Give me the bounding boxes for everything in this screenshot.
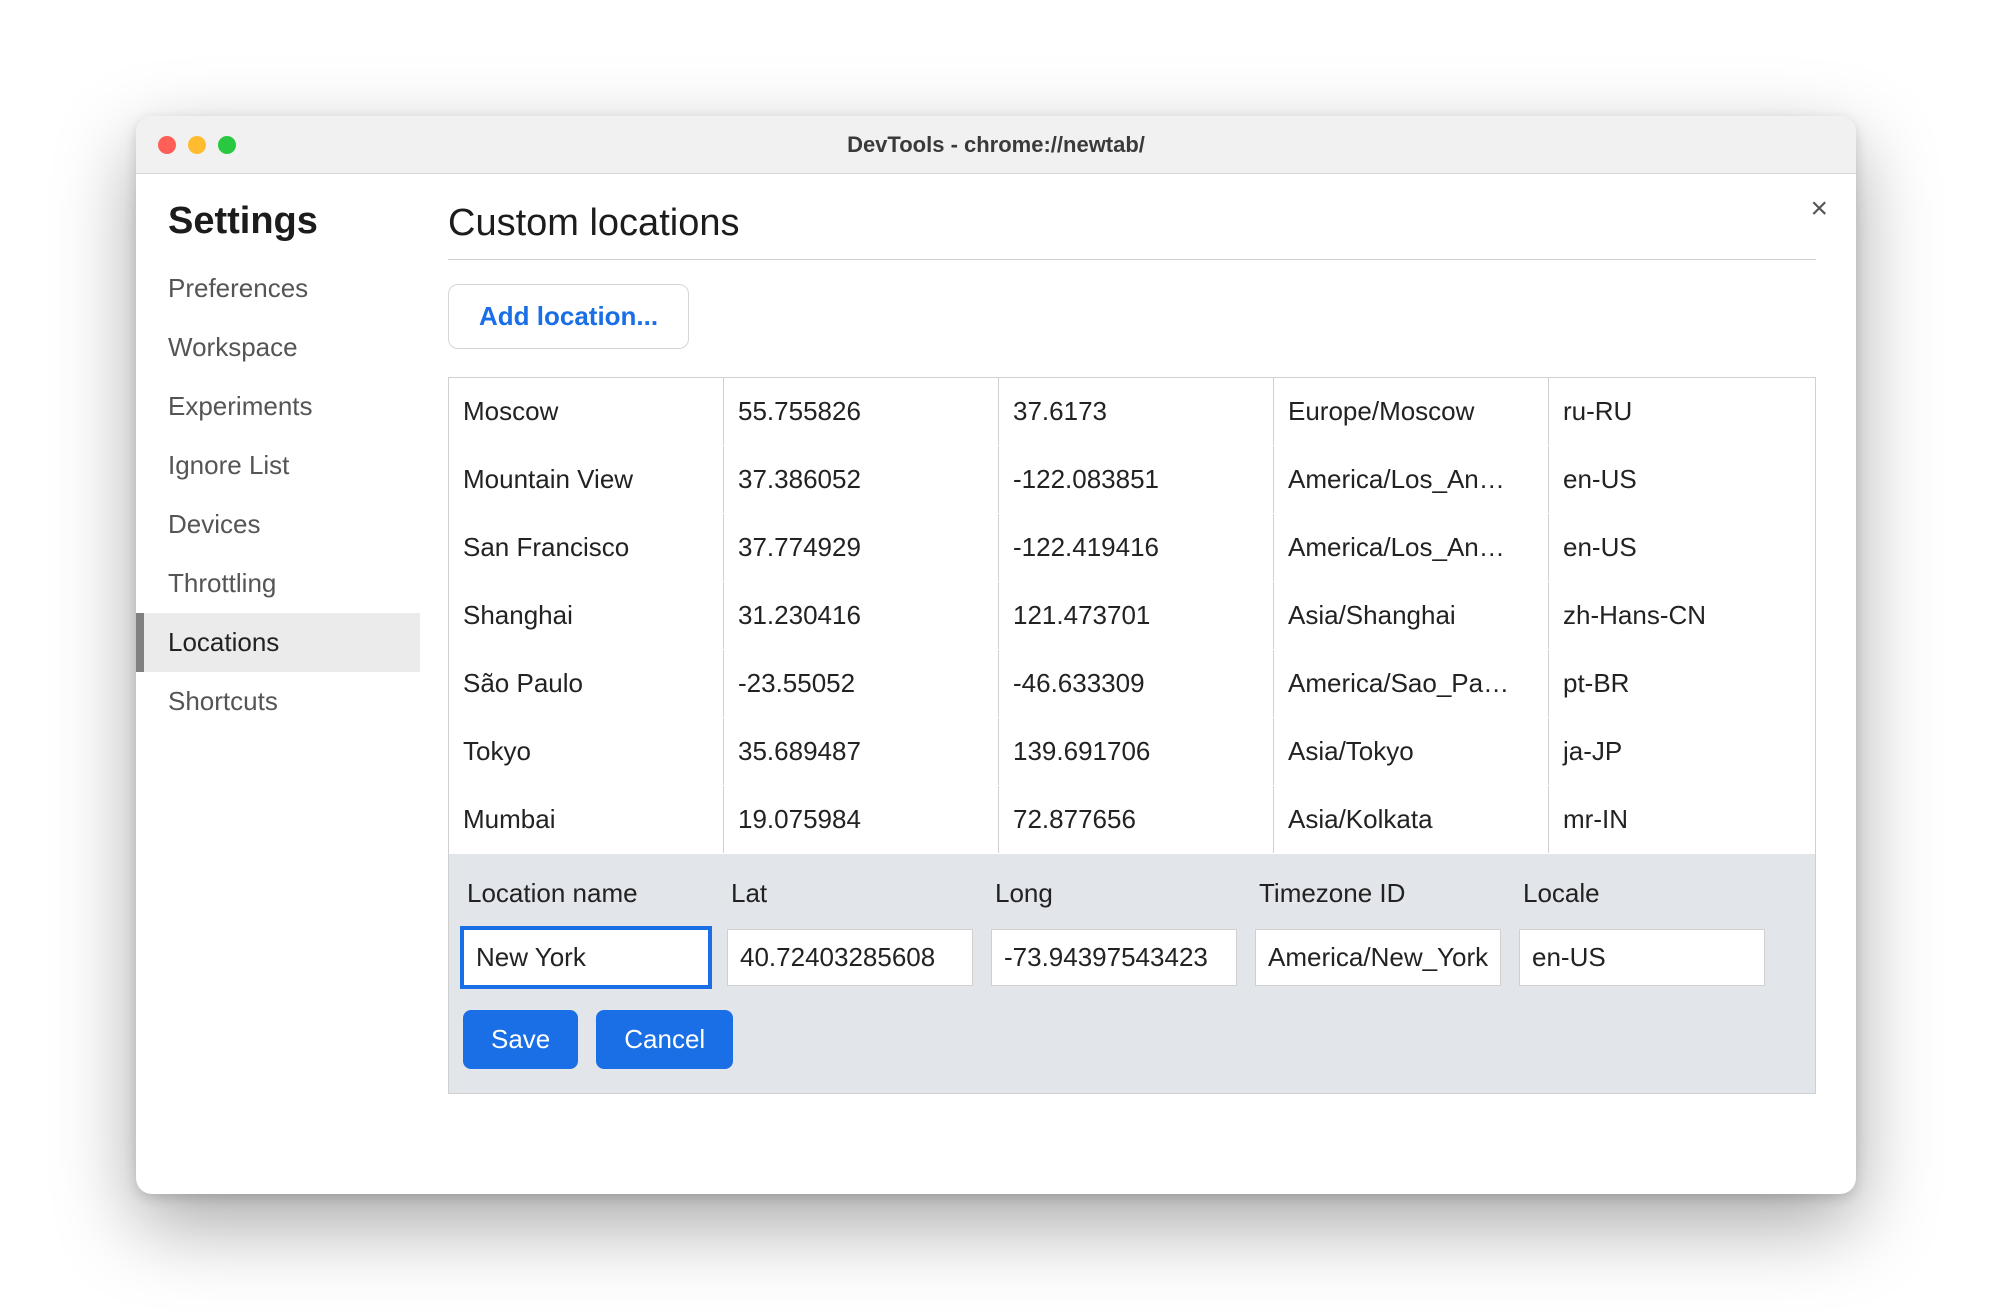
sidebar-item-locations[interactable]: Locations [136, 613, 420, 672]
location-tz-input[interactable] [1255, 929, 1501, 986]
sidebar-item-shortcuts[interactable]: Shortcuts [136, 672, 420, 731]
cell-tz: Asia/Kolkata [1274, 786, 1549, 853]
devtools-window: DevTools - chrome://newtab/ × Settings P… [136, 116, 1856, 1194]
cell-locale: en-US [1549, 446, 1815, 513]
sidebar-item-experiments[interactable]: Experiments [136, 377, 420, 436]
window-controls [158, 136, 236, 154]
sidebar-item-throttling[interactable]: Throttling [136, 554, 420, 613]
window-minimize-icon[interactable] [188, 136, 206, 154]
cell-lat: 37.774929 [724, 514, 999, 581]
editor-inputs [463, 929, 1801, 986]
cell-tz: America/Los_An… [1274, 514, 1549, 581]
add-location-button[interactable]: Add location... [448, 284, 689, 349]
titlebar: DevTools - chrome://newtab/ [136, 116, 1856, 174]
cell-long: 37.6173 [999, 378, 1274, 445]
cell-long: 72.877656 [999, 786, 1274, 853]
cell-tz: Asia/Tokyo [1274, 718, 1549, 785]
header-locale: Locale [1519, 872, 1801, 915]
cell-lat: 35.689487 [724, 718, 999, 785]
cell-tz: Europe/Moscow [1274, 378, 1549, 445]
cell-tz: Asia/Shanghai [1274, 582, 1549, 649]
window-close-icon[interactable] [158, 136, 176, 154]
cell-lat: -23.55052 [724, 650, 999, 717]
location-locale-input[interactable] [1519, 929, 1765, 986]
settings-body: × Settings Preferences Workspace Experim… [136, 174, 1856, 1194]
cell-long: -122.083851 [999, 446, 1274, 513]
window-maximize-icon[interactable] [218, 136, 236, 154]
cell-lat: 31.230416 [724, 582, 999, 649]
cell-locale: zh-Hans-CN [1549, 582, 1815, 649]
cell-locale: pt-BR [1549, 650, 1815, 717]
sidebar-item-devices[interactable]: Devices [136, 495, 420, 554]
cell-tz: America/Sao_Pa… [1274, 650, 1549, 717]
table-body: Moscow 55.755826 37.6173 Europe/Moscow r… [449, 378, 1815, 854]
table-row[interactable]: Mumbai 19.075984 72.877656 Asia/Kolkata … [449, 786, 1815, 854]
cell-locale: ja-JP [1549, 718, 1815, 785]
cell-name: Shanghai [449, 582, 724, 649]
cell-lat: 37.386052 [724, 446, 999, 513]
cancel-button[interactable]: Cancel [596, 1010, 733, 1069]
cell-tz: America/Los_An… [1274, 446, 1549, 513]
cell-name: São Paulo [449, 650, 724, 717]
table-row[interactable]: Shanghai 31.230416 121.473701 Asia/Shang… [449, 582, 1815, 650]
sidebar-item-workspace[interactable]: Workspace [136, 318, 420, 377]
location-name-input[interactable] [463, 929, 709, 986]
cell-name: Mountain View [449, 446, 724, 513]
cell-name: San Francisco [449, 514, 724, 581]
table-row[interactable]: São Paulo -23.55052 -46.633309 America/S… [449, 650, 1815, 718]
cell-locale: en-US [1549, 514, 1815, 581]
location-long-input[interactable] [991, 929, 1237, 986]
header-name: Location name [463, 872, 727, 915]
table-row[interactable]: San Francisco 37.774929 -122.419416 Amer… [449, 514, 1815, 582]
header-long: Long [991, 872, 1255, 915]
cell-long: -46.633309 [999, 650, 1274, 717]
cell-name: Tokyo [449, 718, 724, 785]
editor-buttons: Save Cancel [463, 1010, 1801, 1069]
cell-name: Mumbai [449, 786, 724, 853]
window-title: DevTools - chrome://newtab/ [136, 132, 1856, 158]
cell-long: 121.473701 [999, 582, 1274, 649]
cell-long: -122.419416 [999, 514, 1274, 581]
cell-lat: 55.755826 [724, 378, 999, 445]
main-panel: Custom locations Add location... Moscow … [420, 174, 1856, 1194]
location-editor: Location name Lat Long Timezone ID Local… [449, 854, 1815, 1093]
save-button[interactable]: Save [463, 1010, 578, 1069]
cell-locale: mr-IN [1549, 786, 1815, 853]
table-row[interactable]: Tokyo 35.689487 139.691706 Asia/Tokyo ja… [449, 718, 1815, 786]
close-icon[interactable]: × [1810, 194, 1828, 224]
header-tz: Timezone ID [1255, 872, 1519, 915]
cell-lat: 19.075984 [724, 786, 999, 853]
sidebar: Settings Preferences Workspace Experimen… [136, 174, 420, 1194]
cell-locale: ru-RU [1549, 378, 1815, 445]
cell-name: Moscow [449, 378, 724, 445]
header-lat: Lat [727, 872, 991, 915]
location-lat-input[interactable] [727, 929, 973, 986]
sidebar-item-ignore-list[interactable]: Ignore List [136, 436, 420, 495]
cell-long: 139.691706 [999, 718, 1274, 785]
locations-table: Moscow 55.755826 37.6173 Europe/Moscow r… [448, 377, 1816, 1094]
sidebar-heading: Settings [136, 200, 420, 259]
table-row[interactable]: Mountain View 37.386052 -122.083851 Amer… [449, 446, 1815, 514]
editor-headers: Location name Lat Long Timezone ID Local… [463, 872, 1801, 915]
table-row[interactable]: Moscow 55.755826 37.6173 Europe/Moscow r… [449, 378, 1815, 446]
sidebar-item-preferences[interactable]: Preferences [136, 259, 420, 318]
page-title: Custom locations [448, 202, 1816, 260]
